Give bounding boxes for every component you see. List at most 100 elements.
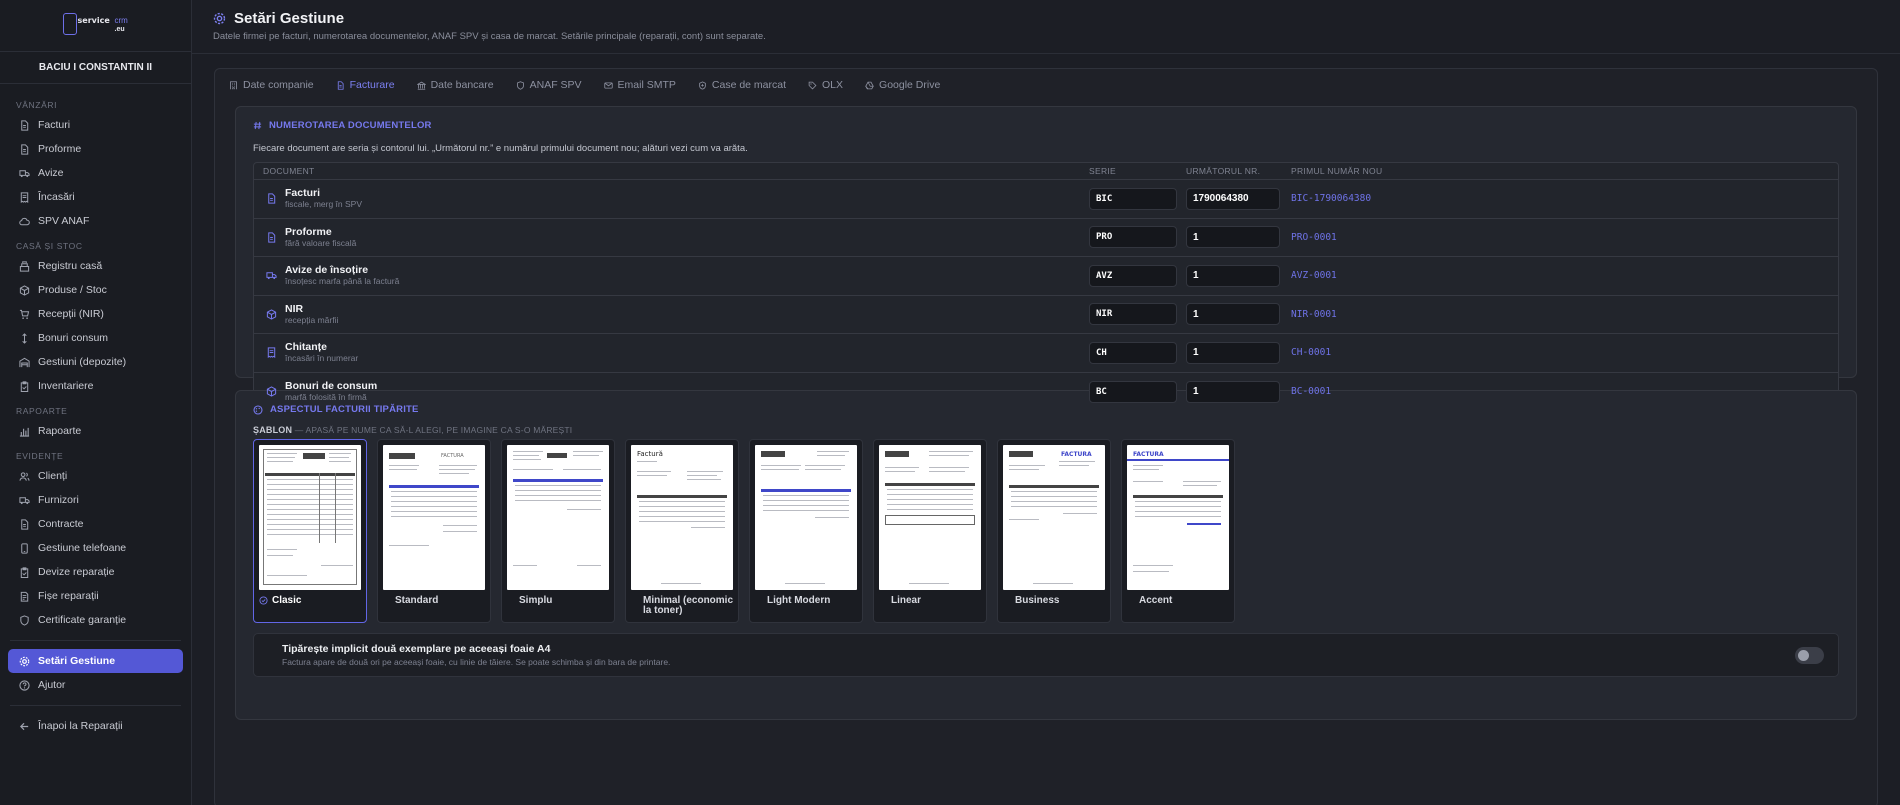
sidebar-item-spv-anaf[interactable]: SPV ANAF [8, 209, 183, 233]
phone-icon [18, 542, 30, 554]
sidebar-item-proforme[interactable]: Proforme [8, 137, 183, 161]
first-number-preview: BIC-1790064380 [1291, 193, 1372, 205]
sidebar-item-facturi[interactable]: Facturi [8, 113, 183, 137]
numbering-card: Numerotarea documentelor Fiecare documen… [235, 106, 1857, 412]
sidebar-item-certificate-garanție[interactable]: Certificate garanție [8, 608, 183, 632]
table-row: Facturi fiscale, merg în SPV BIC 1790064… [254, 180, 1838, 219]
template-name[interactable]: Simplu [507, 590, 614, 606]
template-label-text: Business [1015, 595, 1060, 606]
template-business[interactable]: FACTURA Business [997, 439, 1111, 623]
sidebar-item-label: Inventariere [38, 380, 94, 392]
sidebar-item-label: Ajutor [38, 679, 66, 691]
box-icon [18, 284, 30, 296]
duplicate-option-title: Tipărește implicit două exemplare pe ace… [282, 643, 551, 655]
template-light-modern[interactable]: Light Modern [749, 439, 863, 623]
sidebar-item-label: SPV ANAF [38, 215, 90, 227]
template-preview-image[interactable]: FACTURA [1003, 445, 1105, 590]
sidebar-item-produse-stoc[interactable]: Produse / Stoc [8, 278, 183, 302]
settings-panel: Date companie Facturare Date bancare ANA… [214, 68, 1878, 805]
sidebar-item-rapoarte[interactable]: Rapoarte [8, 419, 183, 443]
sidebar-item-label: Bonuri consum [38, 332, 109, 344]
document-name: Facturi [285, 187, 321, 200]
tab-date-bancare[interactable]: Date bancare [416, 79, 494, 91]
sidebar: service crm .eu BACIU I CONSTANTIN II Vâ… [0, 0, 192, 805]
tab-google-drive[interactable]: Google Drive [865, 79, 940, 91]
sidebar-item-furnizori[interactable]: Furnizori [8, 488, 183, 512]
cloud-icon [18, 215, 30, 227]
sidebar-item-contracte[interactable]: Contracte [8, 512, 183, 536]
document-cell: Facturi fiscale, merg în SPV [254, 188, 1089, 209]
next-number-input[interactable]: 1 [1186, 341, 1280, 364]
sidebar-item-gestiune-telefoane[interactable]: Gestiune telefoane [8, 536, 183, 560]
sidebar-item-clienți[interactable]: Clienți [8, 464, 183, 488]
nav-section-records: Evidențe [16, 451, 64, 461]
template-name[interactable]: Clasic [259, 590, 366, 606]
template-simplu[interactable]: Simplu [501, 439, 615, 623]
series-input[interactable]: NIR [1089, 303, 1177, 326]
sidebar-item-inventariere[interactable]: Inventariere [8, 374, 183, 398]
series-input[interactable]: BIC [1089, 187, 1177, 210]
template-minimal-economic-la-toner-[interactable]: Factură Minimal (economic la toner) [625, 439, 739, 623]
template-preview-image[interactable] [507, 445, 609, 590]
series-input[interactable]: AVZ [1089, 264, 1177, 287]
app-logo[interactable]: service crm .eu [0, 0, 191, 52]
series-input[interactable]: BC [1089, 380, 1177, 403]
sidebar-item-registru-casă[interactable]: Registru casă [8, 254, 183, 278]
sidebar-item-label: Rapoarte [38, 425, 82, 437]
tab-email-smtp[interactable]: Email SMTP [603, 79, 676, 91]
template-preview-image[interactable]: FACTURA [383, 445, 485, 590]
next-number-input[interactable]: 1 [1186, 264, 1280, 287]
template-name[interactable]: Linear [879, 590, 986, 606]
template-preview-image[interactable] [755, 445, 857, 590]
tab-case-de-marcat[interactable]: Case de marcat [698, 79, 786, 91]
table-row: NIR recepția mărfii NIR 1 NIR-0001 [254, 296, 1838, 334]
clipboard-icon [18, 566, 30, 578]
sidebar-item-gestiuni-depozite-[interactable]: Gestiuni (depozite) [8, 350, 183, 374]
chart-icon [18, 425, 30, 437]
print-title-text: Aspectul facturii tipărite [270, 404, 419, 415]
sidebar-item-încasări[interactable]: Încasări [8, 185, 183, 209]
template-preview-image[interactable]: FACTURA [1127, 445, 1229, 590]
numbering-title: Numerotarea documentelor [253, 120, 1839, 131]
template-linear[interactable]: Linear [873, 439, 987, 623]
sidebar-item-bonuri-consum[interactable]: Bonuri consum [8, 326, 183, 350]
column-header-next: URMĂTORUL NR. [1186, 166, 1261, 176]
sidebar-item-devize-reparație[interactable]: Devize reparație [8, 560, 183, 584]
tab-olx[interactable]: OLX [808, 79, 843, 91]
tab-facturare[interactable]: Facturare [336, 79, 395, 91]
tab-date-companie[interactable]: Date companie [229, 79, 314, 91]
company-name[interactable]: BACIU I CONSTANTIN II [0, 52, 191, 84]
template-preview-image[interactable]: Factură [631, 445, 733, 590]
next-number-input[interactable]: 1790064380 [1186, 187, 1280, 210]
series-input[interactable]: PRO [1089, 226, 1177, 249]
tab-anaf-spv[interactable]: ANAF SPV [516, 79, 582, 91]
receipt-icon [266, 347, 277, 359]
back-to-repairs-link[interactable]: Înapoi la Reparații [8, 714, 183, 738]
first-number-preview: PRO-0001 [1291, 231, 1337, 243]
template-accent[interactable]: FACTURA Accent [1121, 439, 1235, 623]
sidebar-item-avize[interactable]: Avize [8, 161, 183, 185]
series-input[interactable]: CH [1089, 341, 1177, 364]
template-name[interactable]: Standard [383, 590, 490, 606]
template-name[interactable]: Minimal (economic la toner) [631, 590, 738, 616]
sidebar-item-fișe-reparații[interactable]: Fișe reparații [8, 584, 183, 608]
tab-label: Date companie [243, 79, 314, 91]
template-standard[interactable]: FACTURA Standard [377, 439, 491, 623]
duplicate-print-toggle[interactable] [1795, 646, 1824, 664]
next-number-input[interactable]: 1 [1186, 226, 1280, 249]
document-name: NIR [285, 302, 304, 315]
template-clasic[interactable]: Clasic [253, 439, 367, 623]
sidebar-item-label: Recepții (NIR) [38, 308, 104, 320]
template-preview-image[interactable] [879, 445, 981, 590]
sidebar-item-settings[interactable]: Setări Gestiune [8, 649, 183, 673]
next-number-input[interactable]: 1 [1186, 303, 1280, 326]
template-name[interactable]: Accent [1127, 590, 1234, 606]
sidebar-item-help[interactable]: Ajutor [8, 673, 183, 697]
document-name: Avize de însoțire [285, 264, 369, 277]
tag-icon [808, 81, 817, 90]
sidebar-item-recepții-nir-[interactable]: Recepții (NIR) [8, 302, 183, 326]
template-preview-image[interactable] [259, 445, 361, 590]
template-name[interactable]: Light Modern [755, 590, 862, 606]
template-name[interactable]: Business [1003, 590, 1110, 606]
next-number-input[interactable]: 1 [1186, 380, 1280, 403]
